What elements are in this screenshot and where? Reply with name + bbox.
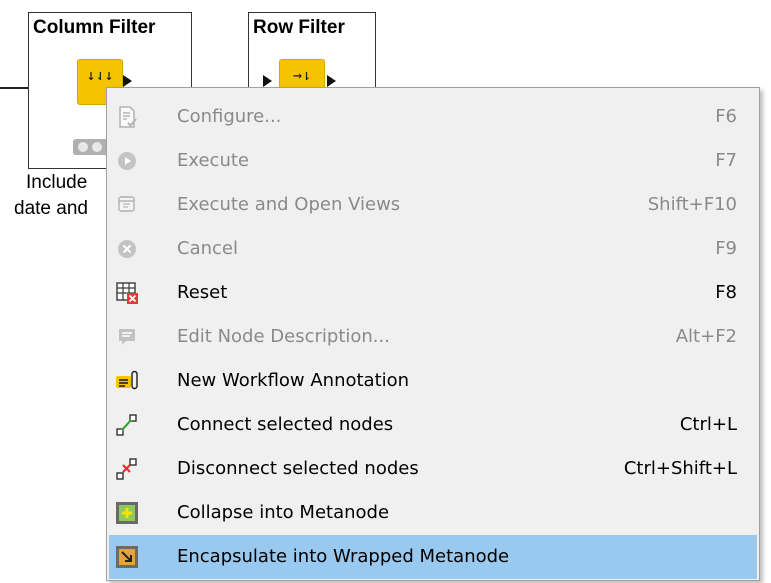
execute-open-views-icon bbox=[118, 196, 135, 212]
configure-icon bbox=[119, 106, 137, 128]
reset-icon bbox=[116, 282, 138, 304]
menu-item-new-workflow-annotation[interactable]: New Workflow Annotation bbox=[109, 359, 757, 403]
connect-nodes-icon bbox=[116, 414, 137, 436]
menu-item-label: Reset bbox=[177, 282, 228, 303]
collapse-metanode-icon bbox=[116, 502, 138, 524]
menu-item-disconnect-selected-nodes[interactable]: Disconnect selected nodes Ctrl+Shift+L bbox=[109, 447, 757, 491]
annotation-icon bbox=[116, 370, 138, 390]
menu-item-label: Connect selected nodes bbox=[177, 414, 394, 435]
menu-item-shortcut: Alt+F2 bbox=[675, 326, 737, 347]
context-menu: Configure... F6 Execute F7 Execute and O… bbox=[106, 87, 760, 581]
menu-item-label: Execute bbox=[177, 150, 249, 171]
cancel-icon bbox=[118, 240, 136, 258]
menu-item-shortcut: F8 bbox=[715, 282, 737, 303]
menu-item-label: Collapse into Metanode bbox=[177, 502, 390, 523]
menu-item-label: Disconnect selected nodes bbox=[177, 458, 419, 479]
node-title: Column Filter bbox=[33, 17, 156, 38]
menu-item-reset[interactable]: Reset F8 bbox=[109, 271, 757, 315]
input-port-icon[interactable] bbox=[263, 75, 272, 87]
menu-item-configure[interactable]: Configure... F6 bbox=[109, 95, 757, 139]
wrapped-metanode-icon bbox=[116, 546, 138, 568]
workflow-canvas[interactable]: Column Filter ↓⇃↓ Row Filter →⇂ Include … bbox=[0, 0, 771, 583]
menu-item-shortcut: Ctrl+L bbox=[679, 414, 737, 435]
menu-item-label: Encapsulate into Wrapped Metanode bbox=[177, 546, 510, 567]
menu-item-encapsulate-wrapped-metanode[interactable]: Encapsulate into Wrapped Metanode bbox=[109, 535, 757, 579]
node-annotation: date and bbox=[14, 198, 88, 219]
execute-icon bbox=[118, 152, 136, 170]
output-port-icon[interactable] bbox=[327, 75, 336, 87]
menu-item-shortcut: F6 bbox=[715, 106, 737, 127]
menu-item-collapse-into-metanode[interactable]: Collapse into Metanode bbox=[109, 491, 757, 535]
menu-item-label: Cancel bbox=[177, 238, 238, 259]
menu-item-cancel[interactable]: Cancel F9 bbox=[109, 227, 757, 271]
menu-item-label: Execute and Open Views bbox=[177, 194, 401, 215]
node-glyph: ↓⇃↓ bbox=[86, 66, 114, 84]
node-title: Row Filter bbox=[253, 17, 345, 38]
menu-item-connect-selected-nodes[interactable]: Connect selected nodes Ctrl+L bbox=[109, 403, 757, 447]
menu-item-label: Configure... bbox=[177, 106, 282, 127]
menu-item-label: Edit Node Description... bbox=[177, 326, 390, 347]
node-annotation: Include bbox=[26, 172, 88, 193]
menu-item-shortcut: F7 bbox=[715, 150, 737, 171]
menu-item-shortcut: F9 bbox=[715, 238, 737, 259]
row-filter-node[interactable]: Row Filter →⇂ bbox=[248, 12, 376, 105]
menu-item-edit-node-description[interactable]: Edit Node Description... Alt+F2 bbox=[109, 315, 757, 359]
menu-item-label: New Workflow Annotation bbox=[177, 370, 410, 391]
node-glyph: →⇂ bbox=[292, 66, 312, 84]
menu-item-execute-open-views[interactable]: Execute and Open Views Shift+F10 bbox=[109, 183, 757, 227]
menu-item-shortcut: Ctrl+Shift+L bbox=[623, 458, 737, 479]
output-port-icon[interactable] bbox=[123, 75, 132, 87]
disconnect-nodes-icon bbox=[116, 458, 137, 480]
menu-item-shortcut: Shift+F10 bbox=[647, 194, 737, 215]
menu-item-execute[interactable]: Execute F7 bbox=[109, 139, 757, 183]
edit-description-icon bbox=[119, 329, 135, 345]
